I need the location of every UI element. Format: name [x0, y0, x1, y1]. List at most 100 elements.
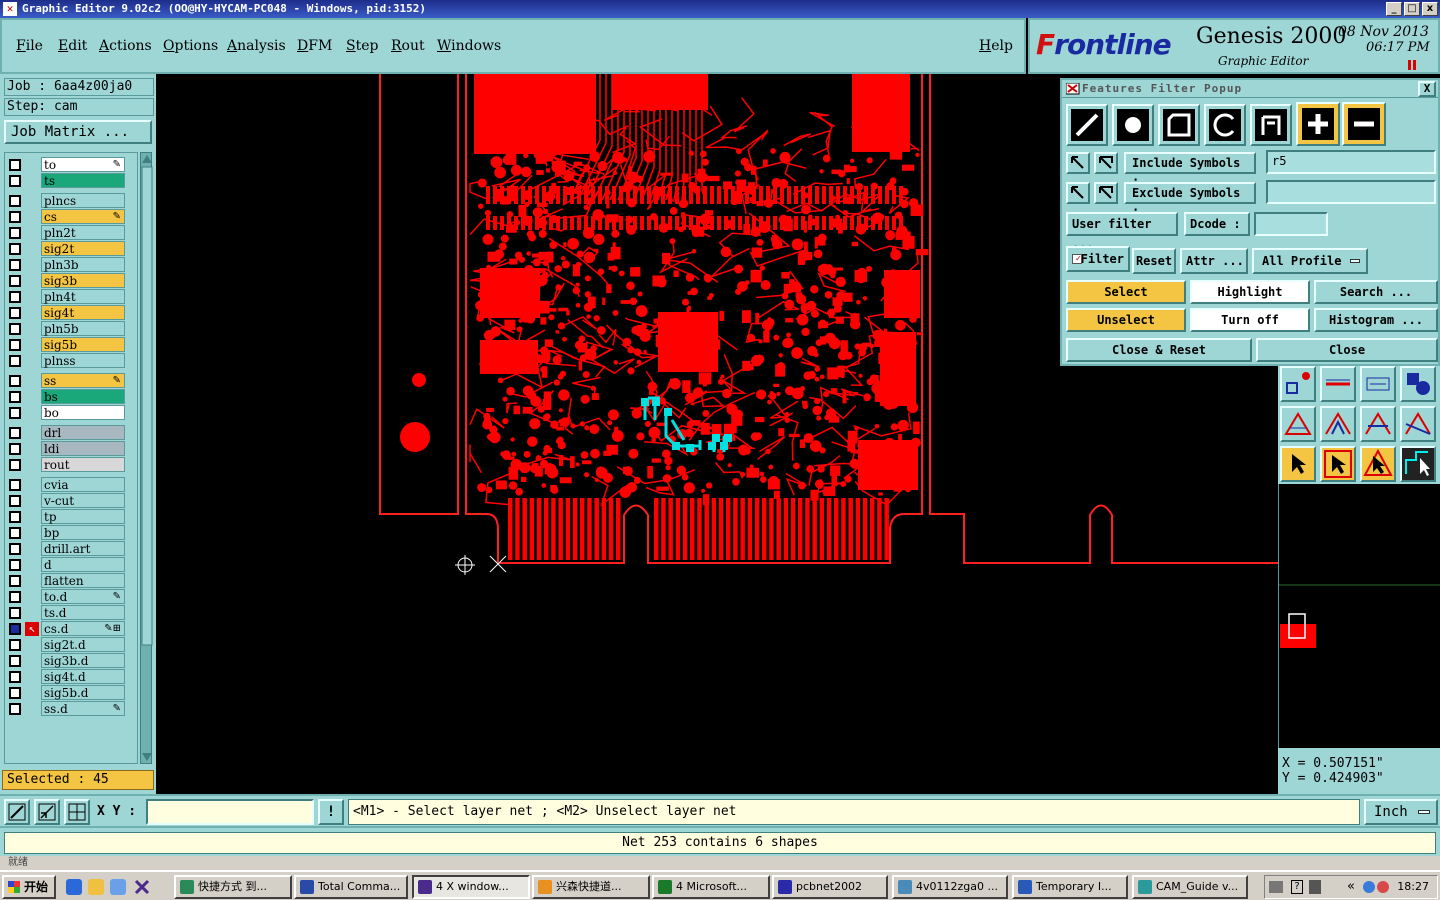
turn-off-button[interactable]: Turn off: [1190, 308, 1310, 332]
layer-checkbox[interactable]: [9, 275, 21, 287]
negative-polarity-button[interactable]: [1342, 102, 1386, 146]
layer-checkbox[interactable]: [9, 527, 21, 539]
task-total-commander[interactable]: Total Comma...: [294, 875, 408, 899]
menu-rout[interactable]: Rout: [391, 38, 425, 54]
layer-row-cs[interactable]: cs ✎: [5, 209, 137, 225]
layer-checkbox[interactable]: [9, 407, 21, 419]
task-pcbnet[interactable]: pcbnet2002: [772, 875, 888, 899]
minimize-button[interactable]: _: [1386, 2, 1402, 16]
layer-row-pln2t[interactable]: pln2t: [5, 225, 137, 241]
popup-close-x[interactable]: X: [1418, 81, 1436, 97]
layer-name[interactable]: ss.d ✎: [41, 701, 125, 716]
layer-name[interactable]: bo: [41, 405, 125, 420]
layer-checkbox[interactable]: [9, 259, 21, 271]
help-icon[interactable]: ?: [1291, 880, 1303, 894]
menu-windows[interactable]: Windows: [437, 38, 501, 54]
layer-checkbox[interactable]: [9, 427, 21, 439]
include-pick-all-button[interactable]: [1094, 152, 1118, 174]
task-cam-guide[interactable]: CAM_Guide v...: [1132, 875, 1248, 899]
measure-button[interactable]: [34, 799, 60, 825]
user-filter-button[interactable]: User filter ...: [1066, 212, 1178, 251]
layer-name[interactable]: drill.art: [41, 541, 125, 556]
layer-row-to[interactable]: to ✎: [5, 157, 137, 173]
layer-checkbox[interactable]: [9, 607, 21, 619]
task-shortcut[interactable]: 快捷方式 到...: [174, 875, 292, 899]
exclude-symbols-label[interactable]: Exclude Symbols :: [1124, 182, 1256, 218]
layer-name[interactable]: sig2t: [41, 241, 125, 256]
layer-checkbox[interactable]: [9, 703, 21, 715]
layer-row-rout[interactable]: rout: [5, 457, 137, 473]
layer-checkbox[interactable]: [9, 459, 21, 471]
include-pick-button[interactable]: [1066, 152, 1090, 174]
layer-name[interactable]: tp: [41, 509, 125, 524]
layer-row-sig4t[interactable]: sig4t: [5, 305, 137, 321]
layer-checkbox[interactable]: [9, 639, 21, 651]
zoom-box-button[interactable]: [4, 799, 30, 825]
layer-name[interactable]: cvia: [41, 477, 125, 492]
layer-row-plncs[interactable]: plncs: [5, 193, 137, 209]
highlight-button[interactable]: Highlight: [1190, 280, 1310, 304]
histogram-button[interactable]: Histogram ...: [1314, 308, 1438, 332]
network-icon[interactable]: [1363, 881, 1375, 893]
layer-name[interactable]: d: [41, 557, 125, 572]
menu-dfm[interactable]: DFM: [297, 38, 332, 54]
layer-row-sig5b-d[interactable]: sig5b.d: [5, 685, 137, 701]
exclude-pick-button[interactable]: [1066, 182, 1090, 204]
layer-name[interactable]: drl: [41, 425, 125, 440]
layer-checkbox[interactable]: [9, 355, 21, 367]
layer-row-pln5b[interactable]: pln5b: [5, 321, 137, 337]
net-select-tool-button[interactable]: [1400, 446, 1436, 482]
layer-row-sig5b[interactable]: sig5b: [5, 337, 137, 353]
volume-icon[interactable]: [1309, 880, 1321, 894]
select-button[interactable]: Select: [1066, 280, 1186, 304]
layer-row-to-d[interactable]: to.d ✎: [5, 589, 137, 605]
exclude-pick-all-button[interactable]: [1094, 182, 1118, 204]
layer-name[interactable]: bp: [41, 525, 125, 540]
layer-name[interactable]: pln3b: [41, 257, 125, 272]
maximize-button[interactable]: □: [1404, 2, 1420, 16]
dcode-input[interactable]: [1254, 212, 1328, 236]
layer-name[interactable]: to.d ✎: [41, 589, 125, 604]
layer-checkbox[interactable]: [9, 511, 21, 523]
menu-analysis[interactable]: Analysis: [227, 38, 286, 54]
layer-row-ss[interactable]: ss ✎: [5, 373, 137, 389]
layer-checkbox[interactable]: [9, 575, 21, 587]
shapes-tool-button[interactable]: [1400, 366, 1436, 402]
layer-name[interactable]: rout: [41, 457, 125, 472]
layer-row-flatten[interactable]: flatten: [5, 573, 137, 589]
tray-chevron[interactable]: «: [1347, 876, 1355, 898]
layer-checkbox[interactable]: [9, 307, 21, 319]
layer-checkbox[interactable]: [9, 227, 21, 239]
xy-input[interactable]: [146, 799, 314, 825]
layer-row-d[interactable]: d: [5, 557, 137, 573]
triangle-tool-button[interactable]: [1280, 406, 1316, 442]
layer-name[interactable]: bs: [41, 389, 125, 404]
pointer-tool-button[interactable]: [1280, 446, 1316, 482]
layer-name[interactable]: sig4t: [41, 305, 125, 320]
layer-checkbox[interactable]: [9, 323, 21, 335]
layer-name[interactable]: ts: [41, 173, 125, 188]
positive-polarity-button[interactable]: [1296, 102, 1340, 146]
browser-icon[interactable]: [110, 879, 126, 895]
layer-row-bp[interactable]: bp: [5, 525, 137, 541]
ie-icon[interactable]: [66, 879, 82, 895]
layer-name[interactable]: pln4t: [41, 289, 125, 304]
menu-file[interactable]: File: [16, 38, 43, 54]
layer-row-bo[interactable]: bo: [5, 405, 137, 421]
menu-actions[interactable]: Actions: [99, 38, 152, 54]
line-filter-button[interactable]: [1066, 104, 1108, 146]
layer-row-sig3b-d[interactable]: sig3b.d: [5, 653, 137, 669]
xwindow-icon[interactable]: [134, 879, 150, 895]
layer-checkbox[interactable]: [9, 623, 21, 635]
units-select[interactable]: Inch: [1364, 799, 1438, 825]
layer-checkbox[interactable]: [9, 671, 21, 683]
reset-button[interactable]: Reset: [1132, 248, 1176, 274]
menu-options[interactable]: Options: [163, 38, 218, 54]
layer-name[interactable]: sig4t.d: [41, 669, 125, 684]
layer-name[interactable]: sig5b.d: [41, 685, 125, 700]
layer-checkbox[interactable]: [9, 655, 21, 667]
layer-checkbox[interactable]: [9, 211, 21, 223]
layer-row-drill-art[interactable]: drill.art: [5, 541, 137, 557]
layer-row-sig2t[interactable]: sig2t: [5, 241, 137, 257]
exclude-symbols-input[interactable]: [1266, 180, 1436, 204]
